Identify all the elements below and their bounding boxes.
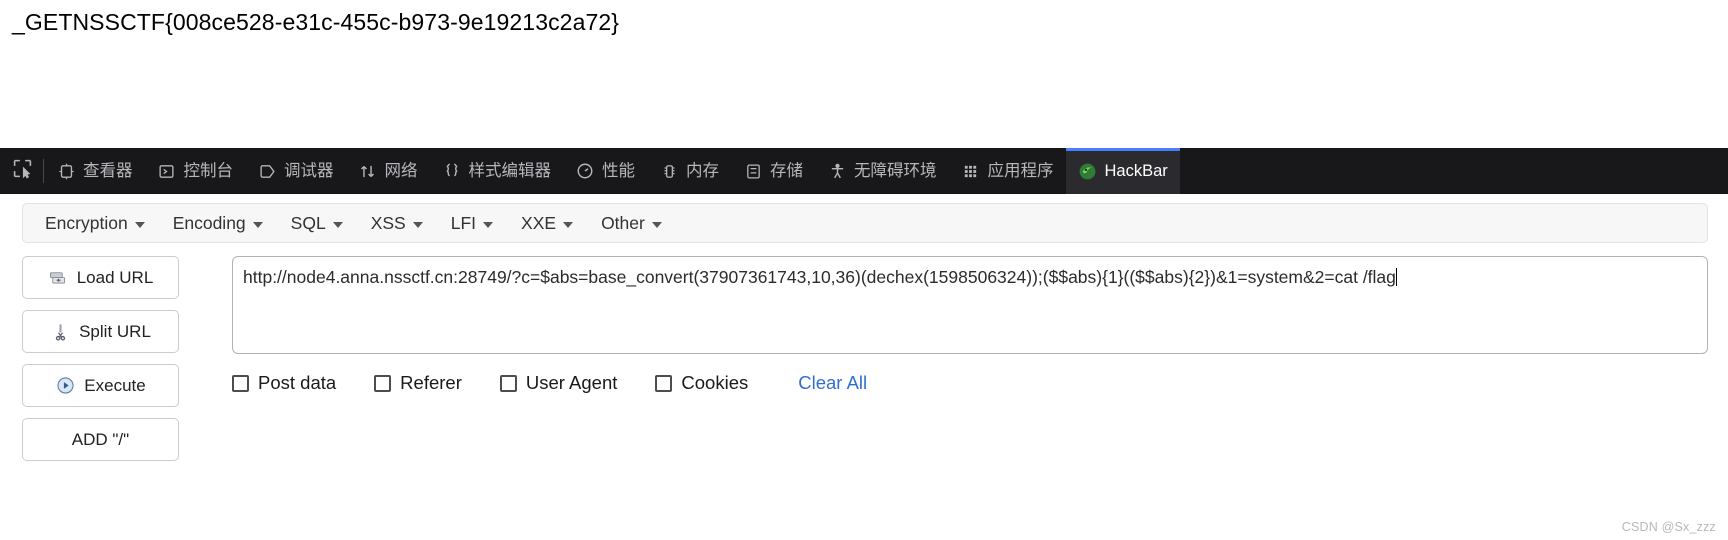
cookies-label: Cookies: [681, 372, 749, 393]
tab-accessibility[interactable]: 无障碍环境: [815, 148, 949, 194]
flag-output-text: _GETNSSCTF{008ce528-e31c-455c-b973-9e192…: [12, 9, 620, 35]
post-data-label: Post data: [258, 372, 337, 393]
add-slash-button[interactable]: ADD "/": [22, 418, 179, 461]
tab-memory-label: 内存: [686, 161, 719, 180]
chevron-down-icon: [483, 221, 494, 228]
tab-storage[interactable]: 存储: [731, 148, 815, 194]
tab-debugger[interactable]: 调试器: [245, 148, 346, 194]
tab-performance-label: 性能: [602, 161, 635, 180]
execute-label: Execute: [84, 375, 146, 395]
option-cookies[interactable]: Cookies: [655, 372, 748, 394]
tab-inspector[interactable]: 查看器: [44, 148, 145, 194]
tab-style-editor-label: 样式编辑器: [468, 161, 552, 180]
performance-icon: [575, 161, 595, 181]
menu-other-label: Other: [601, 212, 645, 233]
tab-network-label: 网络: [384, 161, 418, 180]
hackbar-panel: Encryption Encoding SQL XSS LFI XXE Othe…: [0, 194, 1728, 540]
server-load-icon: [48, 268, 68, 288]
tab-accessibility-label: 无障碍环境: [854, 161, 937, 180]
menu-encoding-label: Encoding: [172, 212, 246, 233]
split-url-button[interactable]: Split URL: [22, 310, 179, 353]
chevron-down-icon: [412, 221, 423, 228]
tab-application[interactable]: 应用程序: [949, 148, 1066, 194]
tab-storage-label: 存储: [770, 161, 803, 180]
referer-label: Referer: [400, 372, 462, 393]
chevron-down-icon: [332, 221, 343, 228]
option-post-data[interactable]: Post data: [232, 372, 336, 394]
tab-hackbar-label: HackBar: [1104, 161, 1168, 180]
load-url-button[interactable]: Load URL: [22, 256, 179, 299]
tab-hackbar[interactable]: HackBar: [1065, 148, 1181, 194]
url-input[interactable]: http://node4.anna.nssctf.cn:28749/?c=$ab…: [232, 256, 1708, 354]
tab-memory[interactable]: 内存: [647, 148, 731, 194]
element-picker-icon: [12, 158, 33, 184]
menu-xxe[interactable]: XXE: [507, 204, 587, 242]
tab-network[interactable]: 网络: [346, 148, 430, 194]
menu-sql-label: SQL: [290, 212, 326, 233]
add-slash-label: ADD "/": [71, 429, 130, 449]
hackbar-options-row: Post data Referer User Agent Cookies Cle…: [232, 368, 867, 398]
user-agent-label: User Agent: [525, 372, 618, 393]
referer-checkbox[interactable]: [374, 374, 392, 392]
split-url-label: Split URL: [79, 321, 151, 341]
style-editor-icon: [442, 161, 462, 181]
inspector-icon: [56, 161, 76, 181]
chevron-down-icon: [134, 221, 145, 228]
tab-inspector-label: 查看器: [83, 161, 133, 180]
tab-console[interactable]: 控制台: [145, 148, 246, 194]
menu-lfi[interactable]: LFI: [437, 204, 507, 242]
tab-console-label: 控制台: [183, 161, 234, 180]
console-icon: [157, 161, 177, 181]
clear-all-link[interactable]: Clear All: [798, 372, 867, 394]
menu-encryption-label: Encryption: [45, 212, 128, 233]
browser-content-area: _GETNSSCTF{008ce528-e31c-455c-b973-9e192…: [0, 0, 1728, 148]
chevron-down-icon: [563, 221, 574, 228]
menu-other[interactable]: Other: [587, 204, 676, 242]
menu-xss-label: XSS: [370, 212, 406, 233]
chevron-down-icon: [252, 221, 263, 228]
execute-button[interactable]: Execute: [22, 364, 179, 407]
cookies-checkbox[interactable]: [655, 374, 673, 392]
menu-xxe-label: XXE: [521, 212, 557, 233]
menu-lfi-label: LFI: [450, 212, 477, 233]
hackbar-logo-icon: [1078, 161, 1098, 181]
devtools-toolbar: 查看器 控制台 调试器 网络 样式编辑器 性能 内存 存储 无障碍环境 应用程序…: [0, 148, 1728, 194]
accessibility-icon: [827, 161, 847, 181]
url-input-value: http://node4.anna.nssctf.cn:28749/?c=$ab…: [243, 267, 1396, 287]
tab-performance[interactable]: 性能: [563, 148, 647, 194]
tab-debugger-label: 调试器: [284, 161, 334, 180]
menu-sql[interactable]: SQL: [277, 204, 357, 242]
hackbar-menubar: Encryption Encoding SQL XSS LFI XXE Othe…: [22, 203, 1708, 243]
element-picker-button[interactable]: [0, 148, 44, 194]
text-caret: [1395, 268, 1397, 286]
option-user-agent[interactable]: User Agent: [499, 372, 618, 394]
menu-xss[interactable]: XSS: [357, 204, 437, 242]
watermark-text: CSDN @Sx_zzz: [1621, 520, 1716, 534]
user-agent-checkbox[interactable]: [499, 374, 517, 392]
hackbar-action-buttons: Load URL Split URL Execute ADD "/": [22, 256, 179, 472]
load-url-label: Load URL: [76, 267, 154, 287]
memory-icon: [659, 161, 679, 181]
play-circle-icon: [55, 376, 75, 396]
storage-icon: [743, 161, 763, 181]
tab-style-editor[interactable]: 样式编辑器: [430, 148, 564, 194]
network-icon: [358, 161, 378, 181]
menu-encoding[interactable]: Encoding: [159, 204, 277, 242]
post-data-checkbox[interactable]: [232, 374, 249, 392]
chevron-down-icon: [651, 221, 662, 228]
debugger-icon: [257, 161, 277, 181]
application-icon: [961, 161, 981, 181]
option-referer[interactable]: Referer: [374, 372, 462, 394]
scissors-icon: [50, 322, 70, 342]
menu-encryption[interactable]: Encryption: [31, 204, 159, 242]
tab-application-label: 应用程序: [987, 161, 1054, 180]
